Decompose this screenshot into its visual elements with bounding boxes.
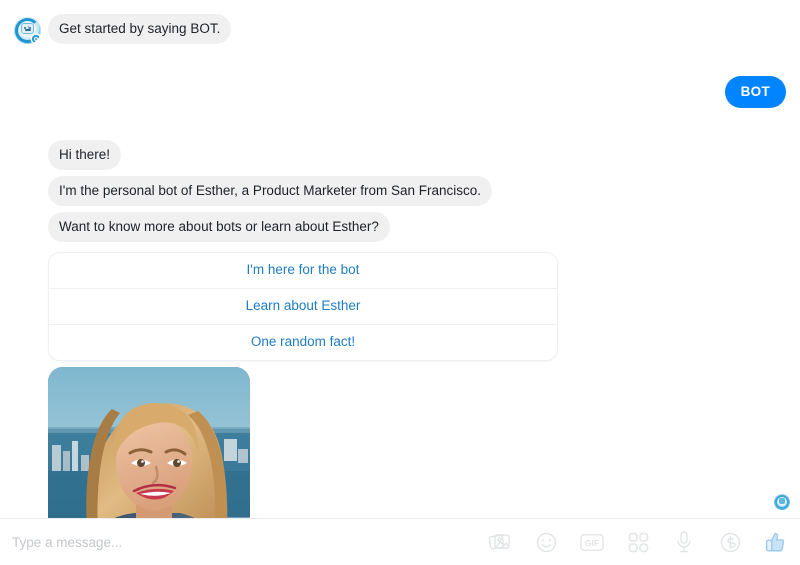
gif-icon[interactable]: GIF xyxy=(580,530,604,554)
message-row-incoming: Want to know more about bots or learn ab… xyxy=(14,212,786,242)
avatar-slot xyxy=(14,178,48,206)
message-thread[interactable]: Get started by saying BOT. BOT Hi there!… xyxy=(0,0,800,518)
message-row-incoming: I'm the personal bot of Esther, a Produc… xyxy=(14,176,786,206)
avatar-slot xyxy=(14,214,48,242)
avatar-slot xyxy=(14,333,48,361)
avatar-slot xyxy=(14,16,48,44)
avatar-slot xyxy=(14,142,48,170)
composer-tools: GIF xyxy=(488,530,788,554)
quick-reply-button-1[interactable]: I'm here for the bot xyxy=(49,253,557,288)
message-input[interactable] xyxy=(12,534,472,550)
microphone-icon[interactable] xyxy=(672,530,696,554)
thumbs-up-icon[interactable] xyxy=(764,530,788,554)
quick-reply-list: I'm here for the bot Learn about Esther … xyxy=(48,252,558,361)
message-bubble[interactable]: Want to know more about bots or learn ab… xyxy=(48,212,390,242)
message-composer: GIF xyxy=(0,518,800,565)
message-row-incoming: Get started by saying BOT. xyxy=(14,14,786,44)
message-bubble-outgoing[interactable]: BOT xyxy=(724,76,786,108)
avatar-badge-icon xyxy=(32,35,40,43)
quick-reply-button-2[interactable]: Learn about Esther xyxy=(49,288,557,324)
photo-icon[interactable] xyxy=(488,530,512,554)
message-bubble[interactable]: Hi there! xyxy=(48,140,122,170)
payment-icon[interactable] xyxy=(718,530,742,554)
robot-mouth xyxy=(25,29,31,31)
message-bubble[interactable]: I'm the personal bot of Esther, a Produc… xyxy=(48,176,493,206)
svg-text:GIF: GIF xyxy=(585,537,599,547)
message-row-outgoing: BOT xyxy=(14,76,786,108)
bot-avatar[interactable] xyxy=(14,17,41,44)
message-row-incoming: Hi there! xyxy=(14,140,786,170)
attachment-row xyxy=(14,367,786,518)
quick-replies-row: I'm here for the bot Learn about Esther … xyxy=(14,248,786,361)
seen-indicator xyxy=(774,494,790,510)
quick-reply-button-3[interactable]: One random fact! xyxy=(49,324,557,360)
chat-window: Get started by saying BOT. BOT Hi there!… xyxy=(0,0,800,565)
apps-icon[interactable] xyxy=(626,530,650,554)
photo-attachment[interactable] xyxy=(48,367,250,518)
seen-dot xyxy=(779,498,785,504)
robot-face-icon xyxy=(21,23,34,34)
emoji-icon[interactable] xyxy=(534,530,558,554)
message-bubble[interactable]: Get started by saying BOT. xyxy=(48,14,232,44)
